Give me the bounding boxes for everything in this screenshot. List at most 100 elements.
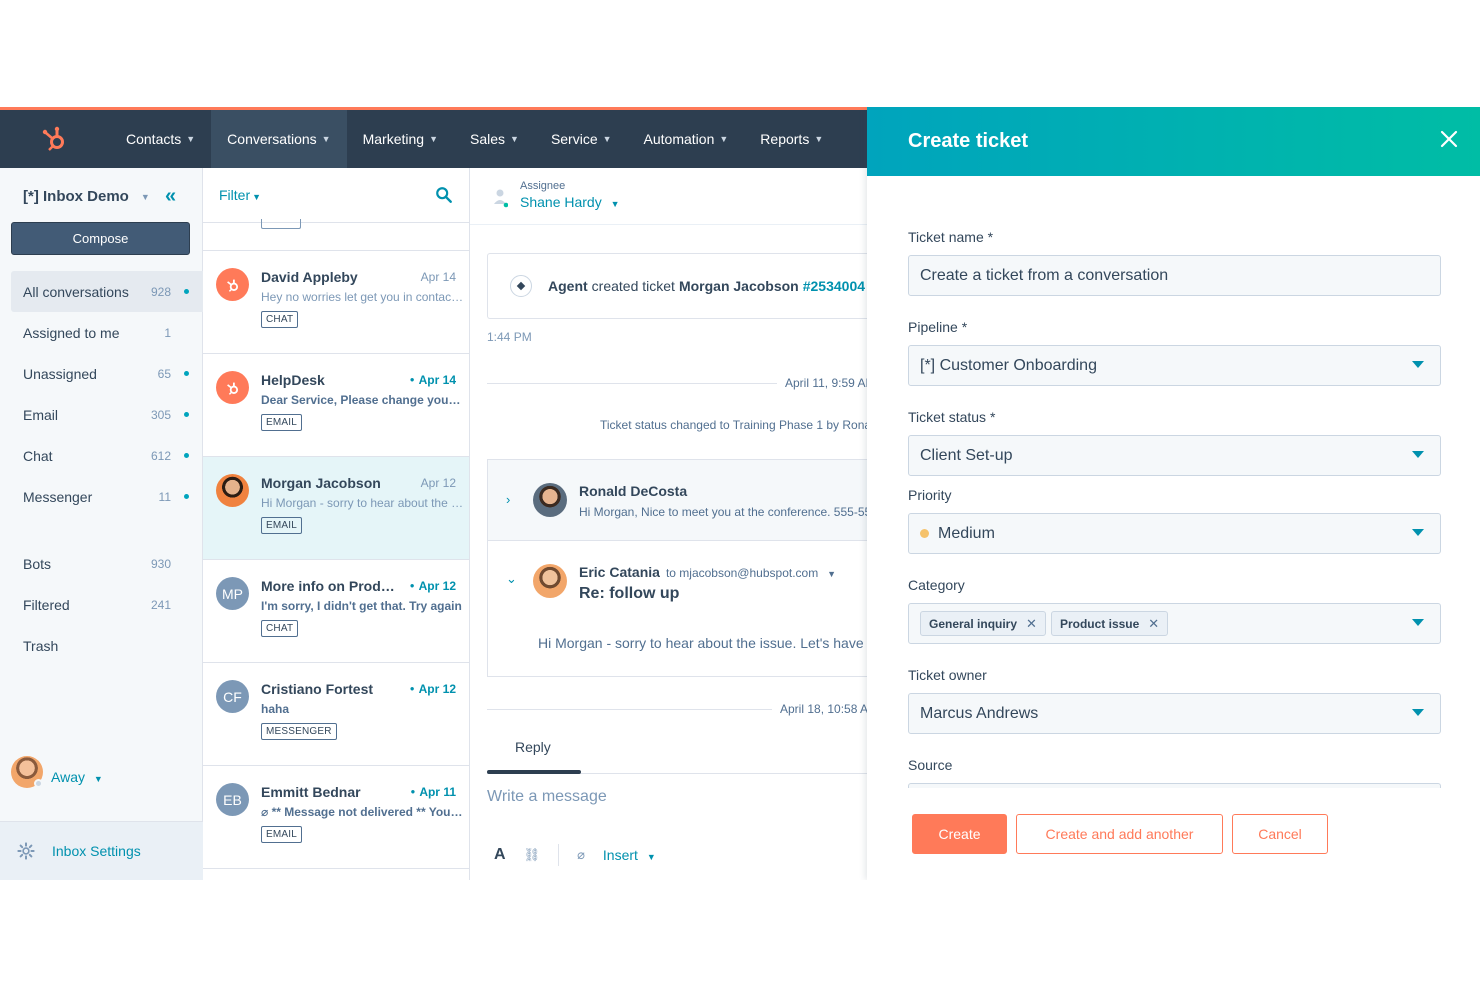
- ticket-status-label: Ticket status *: [908, 409, 996, 425]
- channel-tag: [261, 219, 301, 229]
- list-item[interactable]: CF Cristiano Fortest Apr 12 haha MESSENG…: [203, 663, 469, 766]
- sidebar-item-bots[interactable]: Bots 930: [11, 543, 203, 584]
- ticket-link[interactable]: #2534004: [803, 278, 865, 294]
- chevron-down-icon[interactable]: ▼: [827, 569, 836, 579]
- email-message-collapsed[interactable]: › Ronald DeCosta Hi Morgan, Nice to meet…: [487, 459, 868, 541]
- conversation-list: Filter ▼ David Appleby Apr 14 Hey no worr…: [203, 168, 470, 880]
- category-tag: General inquiry ✕: [920, 611, 1046, 636]
- chevron-down-icon: ▼: [93, 774, 103, 784]
- user-avatar: [11, 756, 43, 788]
- chevron-down-icon: ▼: [321, 134, 331, 144]
- category-multiselect[interactable]: General inquiry ✕ Product issue ✕: [908, 603, 1441, 644]
- nav-contacts[interactable]: Contacts ▼: [110, 110, 211, 168]
- avatar: [216, 474, 249, 507]
- ticket-name-input[interactable]: [920, 266, 1420, 285]
- link-icon[interactable]: ⛓: [524, 847, 541, 863]
- nav-automation[interactable]: Automation ▼: [628, 110, 745, 168]
- caret-down-icon: [1412, 529, 1424, 536]
- nav-conversations[interactable]: Conversations ▼: [211, 110, 347, 168]
- hubspot-sprocket-icon: [216, 371, 249, 404]
- sidebar-item-messenger[interactable]: Messenger 11: [11, 476, 203, 517]
- user-icon: [494, 189, 508, 208]
- unread-dot-icon: [184, 371, 189, 376]
- list-item[interactable]: EB Emmitt Bednar Apr 11 ⌀ ** Message not…: [203, 766, 469, 869]
- list-item[interactable]: HelpDesk Apr 14 Dear Service, Please cha…: [203, 354, 469, 457]
- assignee-selector[interactable]: Assignee Shane Hardy ▼: [494, 180, 620, 210]
- caret-down-icon: [1412, 709, 1424, 716]
- message-input[interactable]: [487, 788, 847, 806]
- date-separator: April 18, 10:58 AM: [487, 702, 868, 716]
- sidebar-item-email[interactable]: Email 305: [11, 394, 203, 435]
- filter-dropdown[interactable]: Filter ▼: [219, 187, 261, 203]
- conversation-thread: Assignee Shane Hardy ▼ Agent created tic…: [470, 168, 868, 880]
- list-item-selected[interactable]: Morgan Jacobson Apr 12 Hi Morgan - sorry…: [203, 457, 469, 560]
- tab-reply[interactable]: Reply: [515, 739, 551, 755]
- chevron-down-icon: ▼: [429, 134, 438, 144]
- paperclip-icon: ⌀: [261, 805, 272, 819]
- chevron-down-icon[interactable]: ⌄: [506, 571, 517, 587]
- nav-sales[interactable]: Sales ▼: [454, 110, 535, 168]
- paperclip-icon[interactable]: ⌀: [577, 847, 585, 863]
- inbox-switcher[interactable]: [*] Inbox Demo ▼: [23, 188, 150, 205]
- sidebar-item-assigned-to-me[interactable]: Assigned to me 1: [11, 312, 203, 353]
- avatar: [533, 564, 567, 598]
- inbox-views-list: All conversations 928 Assigned to me 1 U…: [11, 271, 203, 666]
- availability-toggle[interactable]: Away ▼: [11, 756, 103, 788]
- close-icon[interactable]: [1440, 130, 1458, 148]
- channel-tag: EMAIL: [261, 517, 303, 534]
- chevron-down-icon: ▼: [140, 191, 150, 202]
- ticket-name-label: Ticket name *: [908, 229, 994, 245]
- remove-tag-icon[interactable]: ✕: [1026, 616, 1037, 632]
- chevron-down-icon: ▼: [719, 134, 729, 144]
- sidebar-item-unassigned[interactable]: Unassigned 65: [11, 353, 203, 394]
- remove-tag-icon[interactable]: ✕: [1148, 616, 1159, 632]
- unread-dot-icon: [184, 289, 189, 294]
- nav-service[interactable]: Service ▼: [535, 110, 628, 168]
- list-item[interactable]: MP More info on Products Apr 12 I'm sorr…: [203, 560, 469, 663]
- list-item-partial[interactable]: [203, 219, 469, 251]
- chevron-down-icon: ▼: [602, 134, 612, 144]
- ticket-owner-select[interactable]: Marcus Andrews: [908, 693, 1441, 734]
- chevron-down-icon: ▼: [646, 852, 656, 862]
- channel-tag: CHAT: [261, 311, 299, 328]
- source-select-partial[interactable]: [908, 783, 1441, 788]
- sidebar-item-all-conversations[interactable]: All conversations 928: [11, 271, 203, 312]
- priority-select[interactable]: Medium: [908, 513, 1441, 554]
- panel-title: Create ticket: [908, 130, 1029, 152]
- chevron-down-icon: ▼: [186, 134, 196, 144]
- priority-label: Priority: [908, 487, 952, 503]
- create-and-add-another-button[interactable]: Create and add another: [1016, 814, 1223, 854]
- text-format-icon[interactable]: A: [494, 846, 506, 864]
- create-button[interactable]: Create: [912, 814, 1007, 854]
- sidebar-item-trash[interactable]: Trash: [11, 625, 203, 666]
- pipeline-select[interactable]: [*] Customer Onboarding: [908, 345, 1441, 386]
- ticket-created-event: Agent created ticket Morgan Jacobson #25…: [487, 253, 868, 319]
- ticket-icon: [510, 275, 532, 297]
- chevron-down-icon: ▼: [510, 134, 519, 144]
- collapse-sidebar-icon[interactable]: «: [165, 185, 176, 208]
- channel-tag: EMAIL: [261, 414, 303, 431]
- search-icon[interactable]: [435, 186, 453, 204]
- ticket-name-field[interactable]: [908, 255, 1441, 296]
- status-dot-icon: [34, 779, 43, 788]
- list-item[interactable]: David Appleby Apr 14 Hey no worries let …: [203, 251, 469, 354]
- avatar: EB: [216, 783, 249, 816]
- insert-dropdown[interactable]: Insert ▼: [603, 847, 656, 863]
- sidebar-item-chat[interactable]: Chat 612: [11, 435, 203, 476]
- gear-icon: [17, 842, 35, 860]
- hubspot-sprocket-icon: [216, 268, 249, 301]
- compose-button[interactable]: Compose: [11, 222, 190, 255]
- nav-reports[interactable]: Reports ▼: [744, 110, 839, 168]
- chevron-right-icon[interactable]: ›: [506, 492, 510, 507]
- inbox-settings-link[interactable]: Inbox Settings: [0, 821, 203, 880]
- cancel-button[interactable]: Cancel: [1232, 814, 1328, 854]
- composer-toolbar: A ⛓ ⌀ Insert ▼: [494, 844, 656, 866]
- hubspot-logo-icon[interactable]: [0, 110, 110, 168]
- source-label: Source: [908, 757, 953, 773]
- divider: [558, 844, 560, 866]
- nav-marketing[interactable]: Marketing ▼: [347, 110, 454, 168]
- filter-bar: Filter ▼: [203, 168, 469, 223]
- sidebar-item-filtered[interactable]: Filtered 241: [11, 584, 203, 625]
- ticket-status-select[interactable]: Client Set-up: [908, 435, 1441, 476]
